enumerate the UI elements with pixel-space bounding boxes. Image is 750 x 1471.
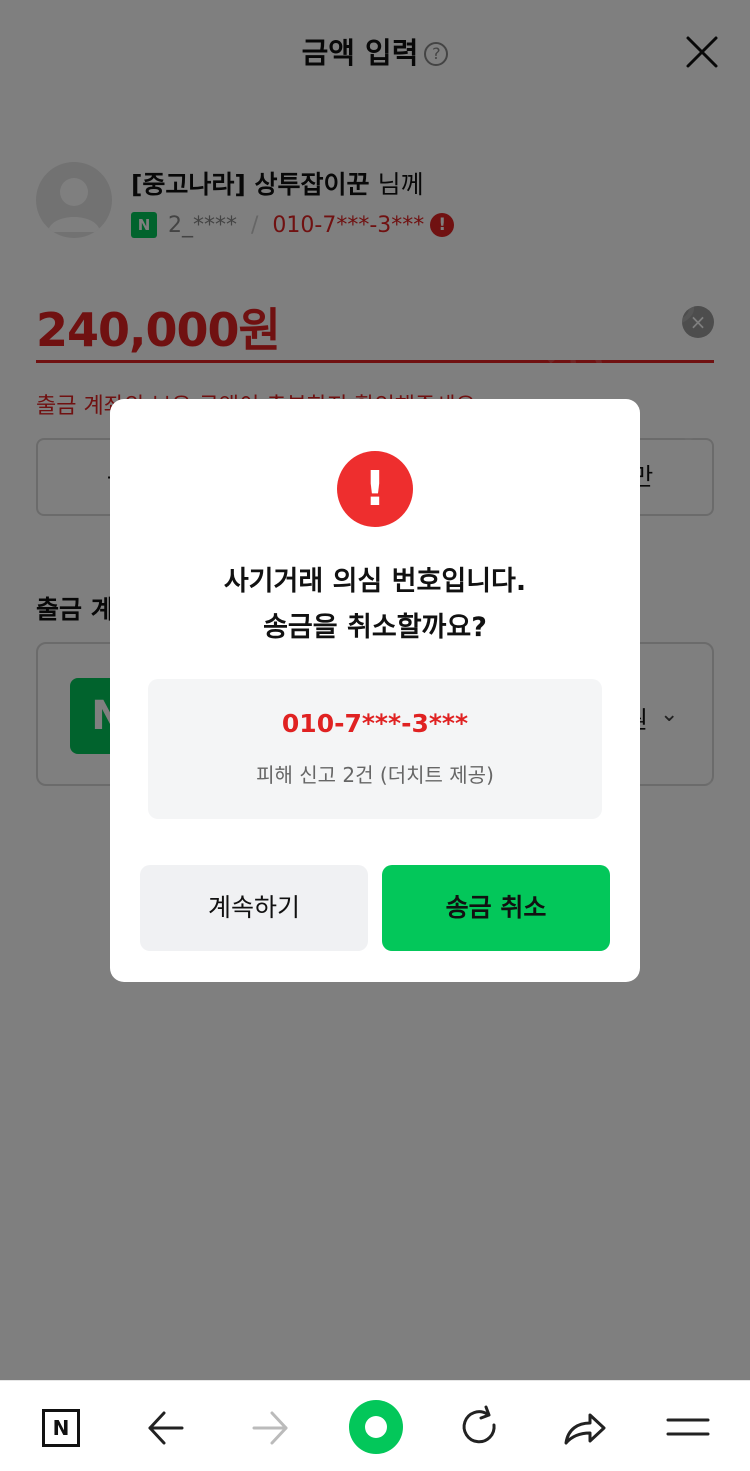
forward-icon[interactable] (246, 1403, 294, 1451)
dialog-title: 사기거래 의심 번호입니다. 송금을 취소할까요? (110, 559, 640, 651)
dialog-title-line: 송금을 취소할까요? (263, 612, 487, 643)
alert-icon: ! (337, 451, 413, 527)
transfer-screen: 금액 입력? [중고나라] 상투잡이꾼님께 N 2_**** / 010-7**… (0, 0, 750, 1380)
continue-button[interactable]: 계속하기 (140, 865, 368, 951)
green-dot-icon[interactable] (348, 1399, 404, 1455)
back-icon[interactable] (142, 1403, 190, 1451)
report-count: 피해 신고 2건 (더치트 제공) (256, 763, 494, 787)
fraud-alert-dialog: ! 사기거래 의심 번호입니다. 송금을 취소할까요? 010-7***-3**… (110, 399, 640, 982)
naver-home-icon[interactable]: N (38, 1403, 86, 1451)
share-icon[interactable] (560, 1403, 608, 1451)
suspicious-phone: 010-7***-3*** (281, 709, 469, 738)
menu-icon[interactable] (664, 1403, 712, 1451)
fraud-info-box: 010-7***-3*** 피해 신고 2건 (더치트 제공) (148, 679, 602, 819)
cancel-transfer-button[interactable]: 송금 취소 (382, 865, 610, 951)
dialog-title-line: 사기거래 의심 번호입니다. (223, 566, 527, 597)
browser-toolbar: N (0, 1380, 750, 1471)
naver-home-label: N (42, 1409, 80, 1447)
refresh-icon[interactable] (456, 1403, 504, 1451)
